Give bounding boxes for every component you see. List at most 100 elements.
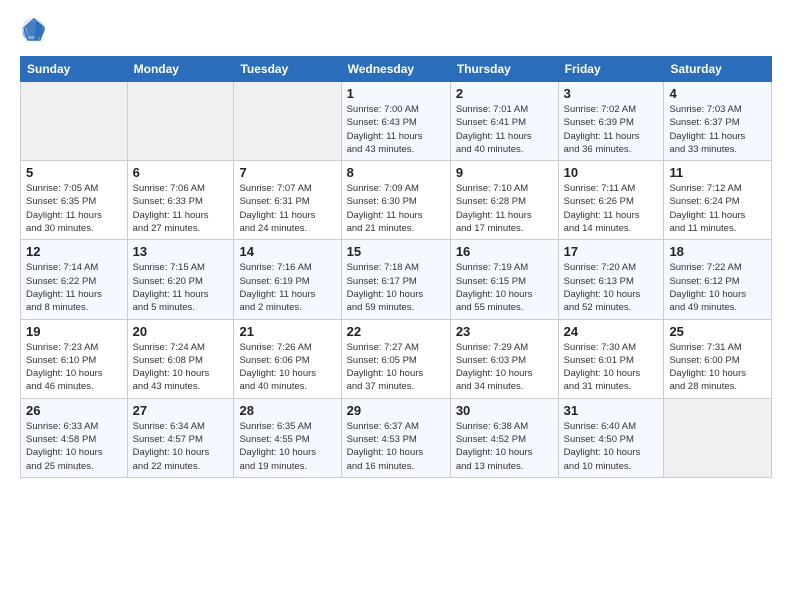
day-cell: 24 Sunrise: 7:30 AM Sunset: 6:01 PM Dayli…: [558, 319, 664, 398]
day-number: 1: [347, 86, 445, 101]
day-number: 22: [347, 324, 445, 339]
day-cell: 29Sunrise: 6:37 AM Sunset: 4:53 PM Dayli…: [341, 398, 450, 477]
day-number: 3: [564, 86, 659, 101]
day-number: 15: [347, 244, 445, 259]
day-cell: 10 Sunrise: 7:11 AM Sunset: 6:26 PM Dayli…: [558, 161, 664, 240]
day-cell: [21, 82, 128, 161]
day-info: Sunrise: 7:11 AM Sunset: 6:26 PM Dayligh…: [564, 182, 659, 235]
day-cell: [127, 82, 234, 161]
day-cell: 6 Sunrise: 7:06 AM Sunset: 6:33 PM Daylig…: [127, 161, 234, 240]
calendar: SundayMondayTuesdayWednesdayThursdayFrid…: [20, 56, 772, 478]
day-cell: 12Sunrise: 7:14 AM Sunset: 6:22 PM Dayli…: [21, 240, 128, 319]
week-row-1: 1 Sunrise: 7:00 AM Sunset: 6:43 PM Daylig…: [21, 82, 772, 161]
day-cell: 28Sunrise: 6:35 AM Sunset: 4:55 PM Dayli…: [234, 398, 341, 477]
day-cell: [234, 82, 341, 161]
day-cell: 8 Sunrise: 7:09 AM Sunset: 6:30 PM Daylig…: [341, 161, 450, 240]
day-cell: 23Sunrise: 7:29 AM Sunset: 6:03 PM Dayli…: [450, 319, 558, 398]
logo-icon: [20, 16, 48, 44]
day-cell: 2 Sunrise: 7:01 AM Sunset: 6:41 PM Daylig…: [450, 82, 558, 161]
day-info: Sunrise: 7:01 AM Sunset: 6:41 PM Dayligh…: [456, 103, 553, 156]
day-info: Sunrise: 7:18 AM Sunset: 6:17 PM Dayligh…: [347, 261, 445, 314]
day-info: Sunrise: 7:23 AM Sunset: 6:10 PM Dayligh…: [26, 341, 122, 394]
day-cell: 17 Sunrise: 7:20 AM Sunset: 6:13 PM Dayli…: [558, 240, 664, 319]
logo: [20, 16, 52, 44]
calendar-header: SundayMondayTuesdayWednesdayThursdayFrid…: [21, 57, 772, 82]
day-cell: 18Sunrise: 7:22 AM Sunset: 6:12 PM Dayli…: [664, 240, 772, 319]
day-info: Sunrise: 7:02 AM Sunset: 6:39 PM Dayligh…: [564, 103, 659, 156]
day-info: Sunrise: 7:20 AM Sunset: 6:13 PM Dayligh…: [564, 261, 659, 314]
weekday-tuesday: Tuesday: [234, 57, 341, 82]
day-info: Sunrise: 7:03 AM Sunset: 6:37 PM Dayligh…: [669, 103, 766, 156]
day-info: Sunrise: 7:07 AM Sunset: 6:31 PM Dayligh…: [239, 182, 335, 235]
day-cell: 16 Sunrise: 7:19 AM Sunset: 6:15 PM Dayli…: [450, 240, 558, 319]
day-number: 16: [456, 244, 553, 259]
day-number: 23: [456, 324, 553, 339]
day-number: 18: [669, 244, 766, 259]
day-number: 10: [564, 165, 659, 180]
day-cell: 21 Sunrise: 7:26 AM Sunset: 6:06 PM Dayli…: [234, 319, 341, 398]
day-cell: 1 Sunrise: 7:00 AM Sunset: 6:43 PM Daylig…: [341, 82, 450, 161]
day-number: 11: [669, 165, 766, 180]
day-number: 2: [456, 86, 553, 101]
day-info: Sunrise: 7:15 AM Sunset: 6:20 PM Dayligh…: [133, 261, 229, 314]
day-number: 17: [564, 244, 659, 259]
day-number: 31: [564, 403, 659, 418]
day-info: Sunrise: 7:24 AM Sunset: 6:08 PM Dayligh…: [133, 341, 229, 394]
day-cell: 13 Sunrise: 7:15 AM Sunset: 6:20 PM Dayli…: [127, 240, 234, 319]
day-info: Sunrise: 7:05 AM Sunset: 6:35 PM Dayligh…: [26, 182, 122, 235]
day-number: 30: [456, 403, 553, 418]
day-info: Sunrise: 7:30 AM Sunset: 6:01 PM Dayligh…: [564, 341, 659, 394]
day-info: Sunrise: 7:26 AM Sunset: 6:06 PM Dayligh…: [239, 341, 335, 394]
day-number: 13: [133, 244, 229, 259]
day-number: 12: [26, 244, 122, 259]
weekday-friday: Friday: [558, 57, 664, 82]
weekday-monday: Monday: [127, 57, 234, 82]
week-row-4: 19 Sunrise: 7:23 AM Sunset: 6:10 PM Dayli…: [21, 319, 772, 398]
header: [20, 16, 772, 44]
day-number: 28: [239, 403, 335, 418]
day-number: 6: [133, 165, 229, 180]
page: SundayMondayTuesdayWednesdayThursdayFrid…: [0, 0, 792, 612]
day-cell: 4Sunrise: 7:03 AM Sunset: 6:37 PM Daylig…: [664, 82, 772, 161]
day-number: 25: [669, 324, 766, 339]
day-info: Sunrise: 7:09 AM Sunset: 6:30 PM Dayligh…: [347, 182, 445, 235]
day-info: Sunrise: 7:10 AM Sunset: 6:28 PM Dayligh…: [456, 182, 553, 235]
day-info: Sunrise: 6:38 AM Sunset: 4:52 PM Dayligh…: [456, 420, 553, 473]
day-info: Sunrise: 6:40 AM Sunset: 4:50 PM Dayligh…: [564, 420, 659, 473]
day-cell: 25 Sunrise: 7:31 AM Sunset: 6:00 PM Dayli…: [664, 319, 772, 398]
weekday-wednesday: Wednesday: [341, 57, 450, 82]
day-info: Sunrise: 7:00 AM Sunset: 6:43 PM Dayligh…: [347, 103, 445, 156]
day-info: Sunrise: 7:31 AM Sunset: 6:00 PM Dayligh…: [669, 341, 766, 394]
day-number: 5: [26, 165, 122, 180]
calendar-body: 1 Sunrise: 7:00 AM Sunset: 6:43 PM Daylig…: [21, 82, 772, 478]
day-cell: 14 Sunrise: 7:16 AM Sunset: 6:19 PM Dayli…: [234, 240, 341, 319]
day-info: Sunrise: 7:16 AM Sunset: 6:19 PM Dayligh…: [239, 261, 335, 314]
day-info: Sunrise: 7:06 AM Sunset: 6:33 PM Dayligh…: [133, 182, 229, 235]
day-number: 19: [26, 324, 122, 339]
day-info: Sunrise: 6:33 AM Sunset: 4:58 PM Dayligh…: [26, 420, 122, 473]
day-info: Sunrise: 7:27 AM Sunset: 6:05 PM Dayligh…: [347, 341, 445, 394]
week-row-3: 12Sunrise: 7:14 AM Sunset: 6:22 PM Dayli…: [21, 240, 772, 319]
day-number: 7: [239, 165, 335, 180]
day-cell: 9Sunrise: 7:10 AM Sunset: 6:28 PM Daylig…: [450, 161, 558, 240]
day-cell: 26 Sunrise: 6:33 AM Sunset: 4:58 PM Dayli…: [21, 398, 128, 477]
day-info: Sunrise: 6:37 AM Sunset: 4:53 PM Dayligh…: [347, 420, 445, 473]
day-cell: 3 Sunrise: 7:02 AM Sunset: 6:39 PM Daylig…: [558, 82, 664, 161]
weekday-thursday: Thursday: [450, 57, 558, 82]
week-row-2: 5 Sunrise: 7:05 AM Sunset: 6:35 PM Daylig…: [21, 161, 772, 240]
day-number: 20: [133, 324, 229, 339]
day-number: 8: [347, 165, 445, 180]
day-number: 24: [564, 324, 659, 339]
day-number: 14: [239, 244, 335, 259]
day-cell: 7 Sunrise: 7:07 AM Sunset: 6:31 PM Daylig…: [234, 161, 341, 240]
day-number: 21: [239, 324, 335, 339]
day-cell: 31 Sunrise: 6:40 AM Sunset: 4:50 PM Dayli…: [558, 398, 664, 477]
day-cell: 11Sunrise: 7:12 AM Sunset: 6:24 PM Dayli…: [664, 161, 772, 240]
day-number: 26: [26, 403, 122, 418]
weekday-sunday: Sunday: [21, 57, 128, 82]
weekday-saturday: Saturday: [664, 57, 772, 82]
week-row-5: 26 Sunrise: 6:33 AM Sunset: 4:58 PM Dayli…: [21, 398, 772, 477]
day-info: Sunrise: 7:19 AM Sunset: 6:15 PM Dayligh…: [456, 261, 553, 314]
day-info: Sunrise: 6:34 AM Sunset: 4:57 PM Dayligh…: [133, 420, 229, 473]
day-cell: 15 Sunrise: 7:18 AM Sunset: 6:17 PM Dayli…: [341, 240, 450, 319]
